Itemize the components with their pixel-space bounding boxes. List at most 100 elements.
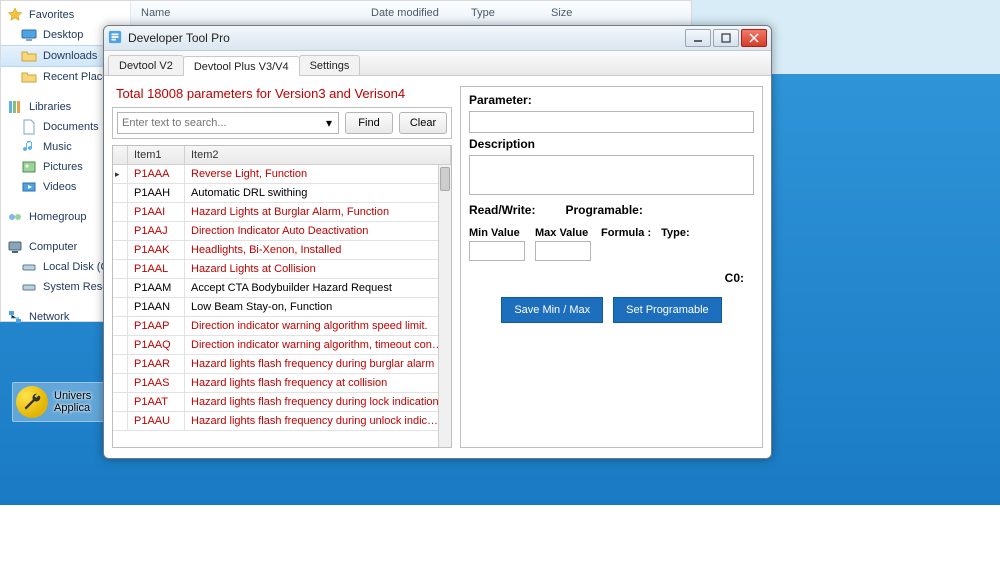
table-row[interactable]: P1AATHazard lights flash frequency durin… (113, 393, 451, 412)
sidebar-group-label: Homegroup (29, 211, 86, 223)
row-indicator (113, 336, 128, 354)
sidebar-item-label: System Rese (43, 281, 108, 293)
desktop-icon (21, 27, 37, 43)
table-row[interactable]: P1AAMAccept CTA Bodybuilder Hazard Reque… (113, 279, 451, 298)
cell-item1: P1AAP (128, 317, 185, 335)
sidebar-group-favorites[interactable]: Favorites (1, 5, 130, 25)
param-label: Parameter: (469, 93, 754, 107)
save-minmax-button[interactable]: Save Min / Max (501, 297, 603, 323)
cell-item2: Hazard Lights at Burglar Alarm, Function (185, 203, 451, 221)
cell-item2: Direction indicator warning algorithm, t… (185, 336, 451, 354)
table-row[interactable]: P1AASHazard lights flash frequency at co… (113, 374, 451, 393)
maximize-button[interactable] (713, 29, 739, 47)
find-button[interactable]: Find (345, 112, 393, 134)
cell-item1: P1AAK (128, 241, 185, 259)
table-row[interactable]: P1AAAReverse Light, Function (113, 165, 451, 184)
desc-label: Description (469, 137, 754, 151)
row-indicator (113, 165, 128, 183)
app-body: Total 18008 parameters for Version3 and … (104, 76, 771, 458)
max-value-input[interactable] (535, 241, 591, 261)
grid-col-item1[interactable]: Item1 (128, 146, 185, 164)
app-icon (108, 30, 122, 47)
cell-item2: Hazard lights flash frequency during bur… (185, 355, 451, 373)
table-row[interactable]: P1AAQDirection indicator warning algorit… (113, 336, 451, 355)
programable-label: Programable: (565, 203, 642, 217)
scrollbar-thumb[interactable] (440, 167, 450, 191)
grid-header[interactable]: Item1 Item2 (113, 146, 451, 165)
row-indicator (113, 260, 128, 278)
cell-item2: Direction Indicator Auto Deactivation (185, 222, 451, 240)
table-row[interactable]: P1AAUHazard lights flash frequency durin… (113, 412, 451, 431)
search-input-wrap[interactable]: ▾ (117, 112, 339, 134)
table-row[interactable]: P1AARHazard lights flash frequency durin… (113, 355, 451, 374)
cell-item2: Low Beam Stay-on, Function (185, 298, 451, 316)
table-row[interactable]: P1AAKHeadlights, Bi-Xenon, Installed (113, 241, 451, 260)
param-value-box[interactable] (469, 111, 754, 133)
table-row[interactable]: P1AAHAutomatic DRL swithing (113, 184, 451, 203)
row-indicator (113, 184, 128, 202)
drive-icon (21, 259, 37, 275)
cell-item1: P1AAI (128, 203, 185, 221)
table-row[interactable]: P1AAJDirection Indicator Auto Deactivati… (113, 222, 451, 241)
col-name[interactable]: Name (141, 7, 371, 19)
desktop: Favorites Desktop Downloads Recent Place… (0, 0, 1000, 563)
chevron-down-icon[interactable]: ▾ (320, 115, 338, 131)
sidebar-item-label: Pictures (43, 161, 83, 173)
folder-icon (21, 69, 37, 85)
table-row[interactable]: P1AALHazard Lights at Collision (113, 260, 451, 279)
sidebar-item-label: Videos (43, 181, 76, 193)
cell-item2: Direction indicator warning algorithm sp… (185, 317, 451, 335)
shortcut-label: Univers Applica (54, 390, 91, 414)
col-date[interactable]: Date modified (371, 7, 471, 19)
tab-bar: Devtool V2 Devtool Plus V3/V4 Settings (104, 51, 771, 76)
search-row: ▾ Find Clear (112, 107, 452, 139)
sidebar-item-label: Recent Place (43, 71, 108, 83)
col-type[interactable]: Type (471, 7, 551, 19)
titlebar[interactable]: Developer Tool Pro (104, 26, 771, 51)
max-label: Max Value (535, 227, 588, 239)
scrollbar[interactable] (438, 165, 451, 447)
tab-settings[interactable]: Settings (299, 55, 361, 75)
formula-label: Formula : (601, 227, 651, 239)
cell-item2: Headlights, Bi-Xenon, Installed (185, 241, 451, 259)
values-row: Min Value Max Value Formula : Type: (469, 227, 754, 261)
close-button[interactable] (741, 29, 767, 47)
sidebar-group-label: Libraries (29, 101, 71, 113)
cell-item2: Reverse Light, Function (185, 165, 451, 183)
set-programable-button[interactable]: Set Programable (613, 297, 722, 323)
document-icon (21, 119, 37, 135)
cell-item1: P1AAQ (128, 336, 185, 354)
table-row[interactable]: P1AANLow Beam Stay-on, Function (113, 298, 451, 317)
row-indicator (113, 222, 128, 240)
left-pane: Total 18008 parameters for Version3 and … (112, 86, 452, 448)
grid-col-item2[interactable]: Item2 (185, 146, 451, 164)
videos-icon (21, 179, 37, 195)
desktop-shortcut[interactable]: Univers Applica (12, 382, 110, 422)
table-row[interactable]: P1AAPDirection indicator warning algorit… (113, 317, 451, 336)
cell-item1: P1AAT (128, 393, 185, 411)
cell-item1: P1AAR (128, 355, 185, 373)
min-value-input[interactable] (469, 241, 525, 261)
tab-devtool-v2[interactable]: Devtool V2 (108, 55, 184, 75)
c0-label: C0: (725, 271, 744, 285)
cell-item2: Hazard lights flash frequency at collisi… (185, 374, 451, 392)
row-indicator (113, 355, 128, 373)
sidebar-item-label: Music (43, 141, 72, 153)
row-indicator (113, 317, 128, 335)
clear-button[interactable]: Clear (399, 112, 447, 134)
row-indicator (113, 374, 128, 392)
minimize-button[interactable] (685, 29, 711, 47)
tab-devtool-plus[interactable]: Devtool Plus V3/V4 (183, 56, 300, 76)
table-row[interactable]: P1AAIHazard Lights at Burglar Alarm, Fun… (113, 203, 451, 222)
sidebar-group-label: Computer (29, 241, 77, 253)
desc-value-box[interactable] (469, 155, 754, 195)
cell-item2: Automatic DRL swithing (185, 184, 451, 202)
star-icon (7, 7, 23, 23)
col-size[interactable]: Size (551, 7, 611, 19)
row-indicator (113, 298, 128, 316)
cell-item1: P1AAH (128, 184, 185, 202)
search-input[interactable] (118, 117, 320, 129)
row-indicator (113, 412, 128, 430)
grid-row-indicator-col (113, 146, 128, 164)
network-icon (7, 309, 23, 325)
